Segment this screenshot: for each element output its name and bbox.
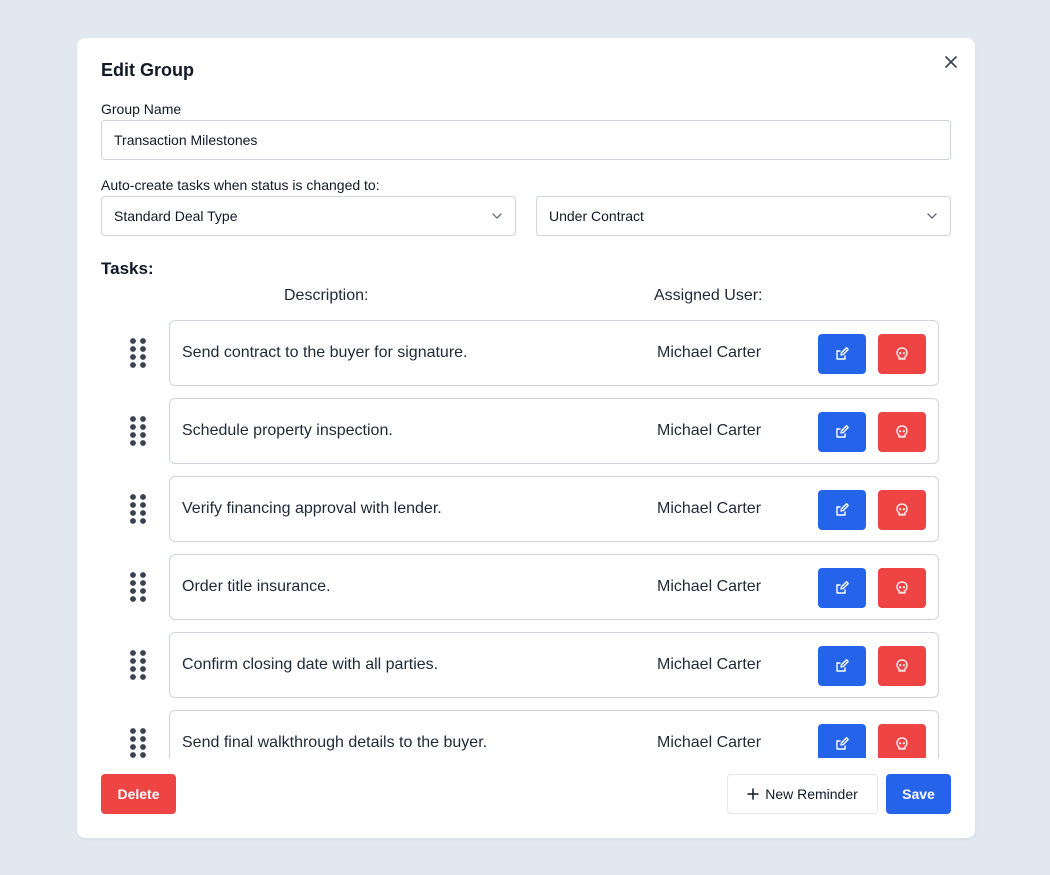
pencil-square-icon	[836, 425, 849, 438]
grip-vertical-icon	[130, 650, 146, 680]
task-row: Send final walkthrough details to the bu…	[77, 710, 975, 758]
task-row: Schedule property inspection. Michael Car…	[77, 398, 975, 464]
tasks-heading: Tasks:	[101, 259, 154, 278]
new-reminder-label: New Reminder	[765, 786, 858, 802]
delete-task-button[interactable]	[878, 646, 926, 686]
task-card: Send contract to the buyer for signature…	[169, 320, 939, 386]
task-card: Confirm closing date with all parties. Mi…	[169, 632, 939, 698]
task-description: Order title insurance.	[182, 578, 331, 595]
grip-vertical-icon	[130, 494, 146, 524]
task-description: Schedule property inspection.	[182, 422, 393, 439]
pencil-square-icon	[836, 581, 849, 594]
close-icon	[945, 56, 957, 68]
description-column-header: Description:	[284, 287, 369, 304]
task-assigned-user: Michael Carter	[657, 578, 762, 595]
drag-handle[interactable]	[128, 338, 148, 368]
assigned-user-column-header: Assigned User:	[654, 287, 763, 304]
task-description: Send contract to the buyer for signature…	[182, 344, 468, 361]
pencil-square-icon	[836, 659, 849, 672]
delete-button[interactable]: Delete	[101, 774, 176, 814]
delete-task-button[interactable]	[878, 334, 926, 374]
grip-vertical-icon	[130, 416, 146, 446]
task-card: Verify financing approval with lender. Mi…	[169, 476, 939, 542]
deal-type-value: Standard Deal Type	[114, 208, 238, 224]
delete-task-button[interactable]	[878, 724, 926, 758]
task-assigned-user: Michael Carter	[657, 734, 762, 751]
skull-icon	[896, 659, 908, 672]
delete-task-button[interactable]	[878, 412, 926, 452]
deal-type-select[interactable]: Standard Deal Type	[101, 196, 516, 236]
task-assigned-user: Michael Carter	[657, 500, 762, 517]
task-card: Order title insurance. Michael Carter	[169, 554, 939, 620]
task-description: Confirm closing date with all parties.	[182, 656, 439, 673]
task-row: Order title insurance. Michael Carter	[77, 554, 975, 620]
task-description: Verify financing approval with lender.	[182, 500, 442, 517]
task-assigned-user: Michael Carter	[657, 344, 762, 361]
task-row: Verify financing approval with lender. Mi…	[77, 476, 975, 542]
edit-task-button[interactable]	[818, 412, 866, 452]
task-card: Schedule property inspection. Michael Car…	[169, 398, 939, 464]
task-description: Send final walkthrough details to the bu…	[182, 734, 488, 751]
grip-vertical-icon	[130, 728, 146, 758]
drag-handle[interactable]	[128, 494, 148, 524]
pencil-square-icon	[836, 347, 849, 360]
delete-task-button[interactable]	[878, 490, 926, 530]
modal-title: Edit Group	[101, 60, 194, 80]
edit-task-button[interactable]	[818, 334, 866, 374]
edit-task-button[interactable]	[818, 646, 866, 686]
skull-icon	[896, 503, 908, 516]
grip-vertical-icon	[130, 572, 146, 602]
close-button[interactable]	[943, 54, 959, 70]
skull-icon	[896, 737, 908, 750]
drag-handle[interactable]	[128, 572, 148, 602]
task-row: Confirm closing date with all parties. Mi…	[77, 632, 975, 698]
grip-vertical-icon	[130, 338, 146, 368]
skull-icon	[896, 581, 908, 594]
edit-task-button[interactable]	[818, 490, 866, 530]
skull-icon	[896, 425, 908, 438]
pencil-square-icon	[836, 503, 849, 516]
drag-handle[interactable]	[128, 650, 148, 680]
pencil-square-icon	[836, 737, 849, 750]
edit-task-button[interactable]	[818, 568, 866, 608]
status-value: Under Contract	[549, 208, 644, 224]
tasks-list: Send contract to the buyer for signature…	[77, 314, 975, 758]
drag-handle[interactable]	[128, 416, 148, 446]
chevron-down-icon	[927, 213, 937, 219]
task-card: Send final walkthrough details to the bu…	[169, 710, 939, 758]
group-name-label: Group Name	[101, 101, 182, 117]
status-select[interactable]: Under Contract	[536, 196, 951, 236]
group-name-input[interactable]	[101, 120, 951, 160]
save-button[interactable]: Save	[886, 774, 951, 814]
delete-task-button[interactable]	[878, 568, 926, 608]
task-assigned-user: Michael Carter	[657, 422, 762, 439]
chevron-down-icon	[492, 213, 502, 219]
plus-icon	[747, 788, 759, 800]
new-reminder-button[interactable]: New Reminder	[727, 774, 878, 814]
task-row: Send contract to the buyer for signature…	[77, 320, 975, 386]
task-assigned-user: Michael Carter	[657, 656, 762, 673]
auto-create-label: Auto-create tasks when status is changed…	[101, 177, 380, 193]
drag-handle[interactable]	[128, 728, 148, 758]
edit-group-modal: Edit Group Group Name Auto-create tasks …	[77, 38, 975, 838]
edit-task-button[interactable]	[818, 724, 866, 758]
skull-icon	[896, 347, 908, 360]
